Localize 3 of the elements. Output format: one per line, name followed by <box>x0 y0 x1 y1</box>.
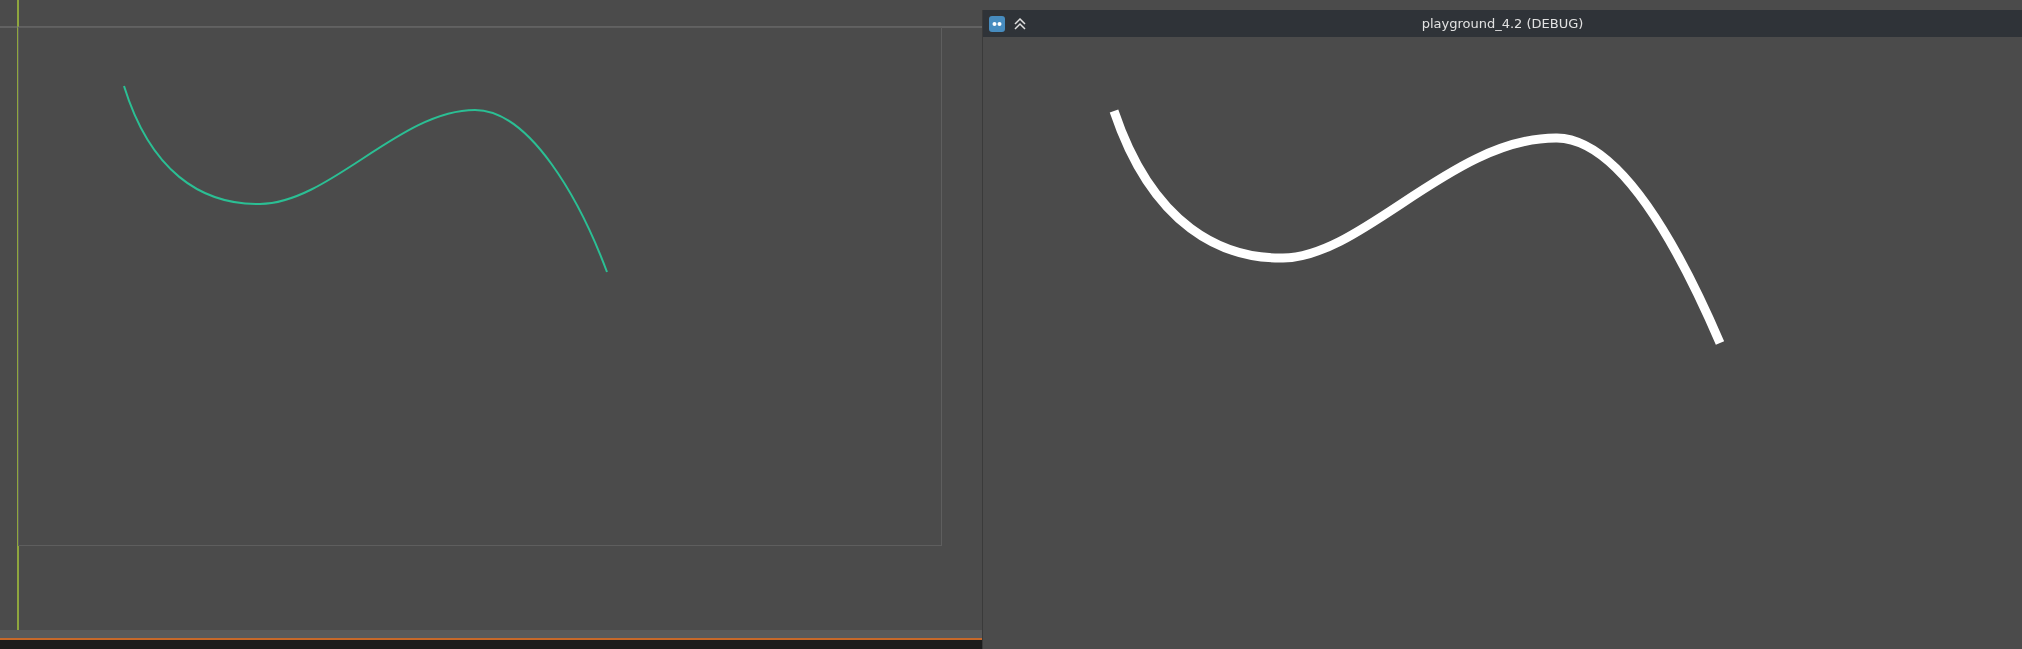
app-logo-icon <box>989 15 1005 32</box>
window-title: playground_4.2 (DEBUG) <box>1420 16 1585 31</box>
double-chevron-up-icon[interactable] <box>1013 17 1027 30</box>
